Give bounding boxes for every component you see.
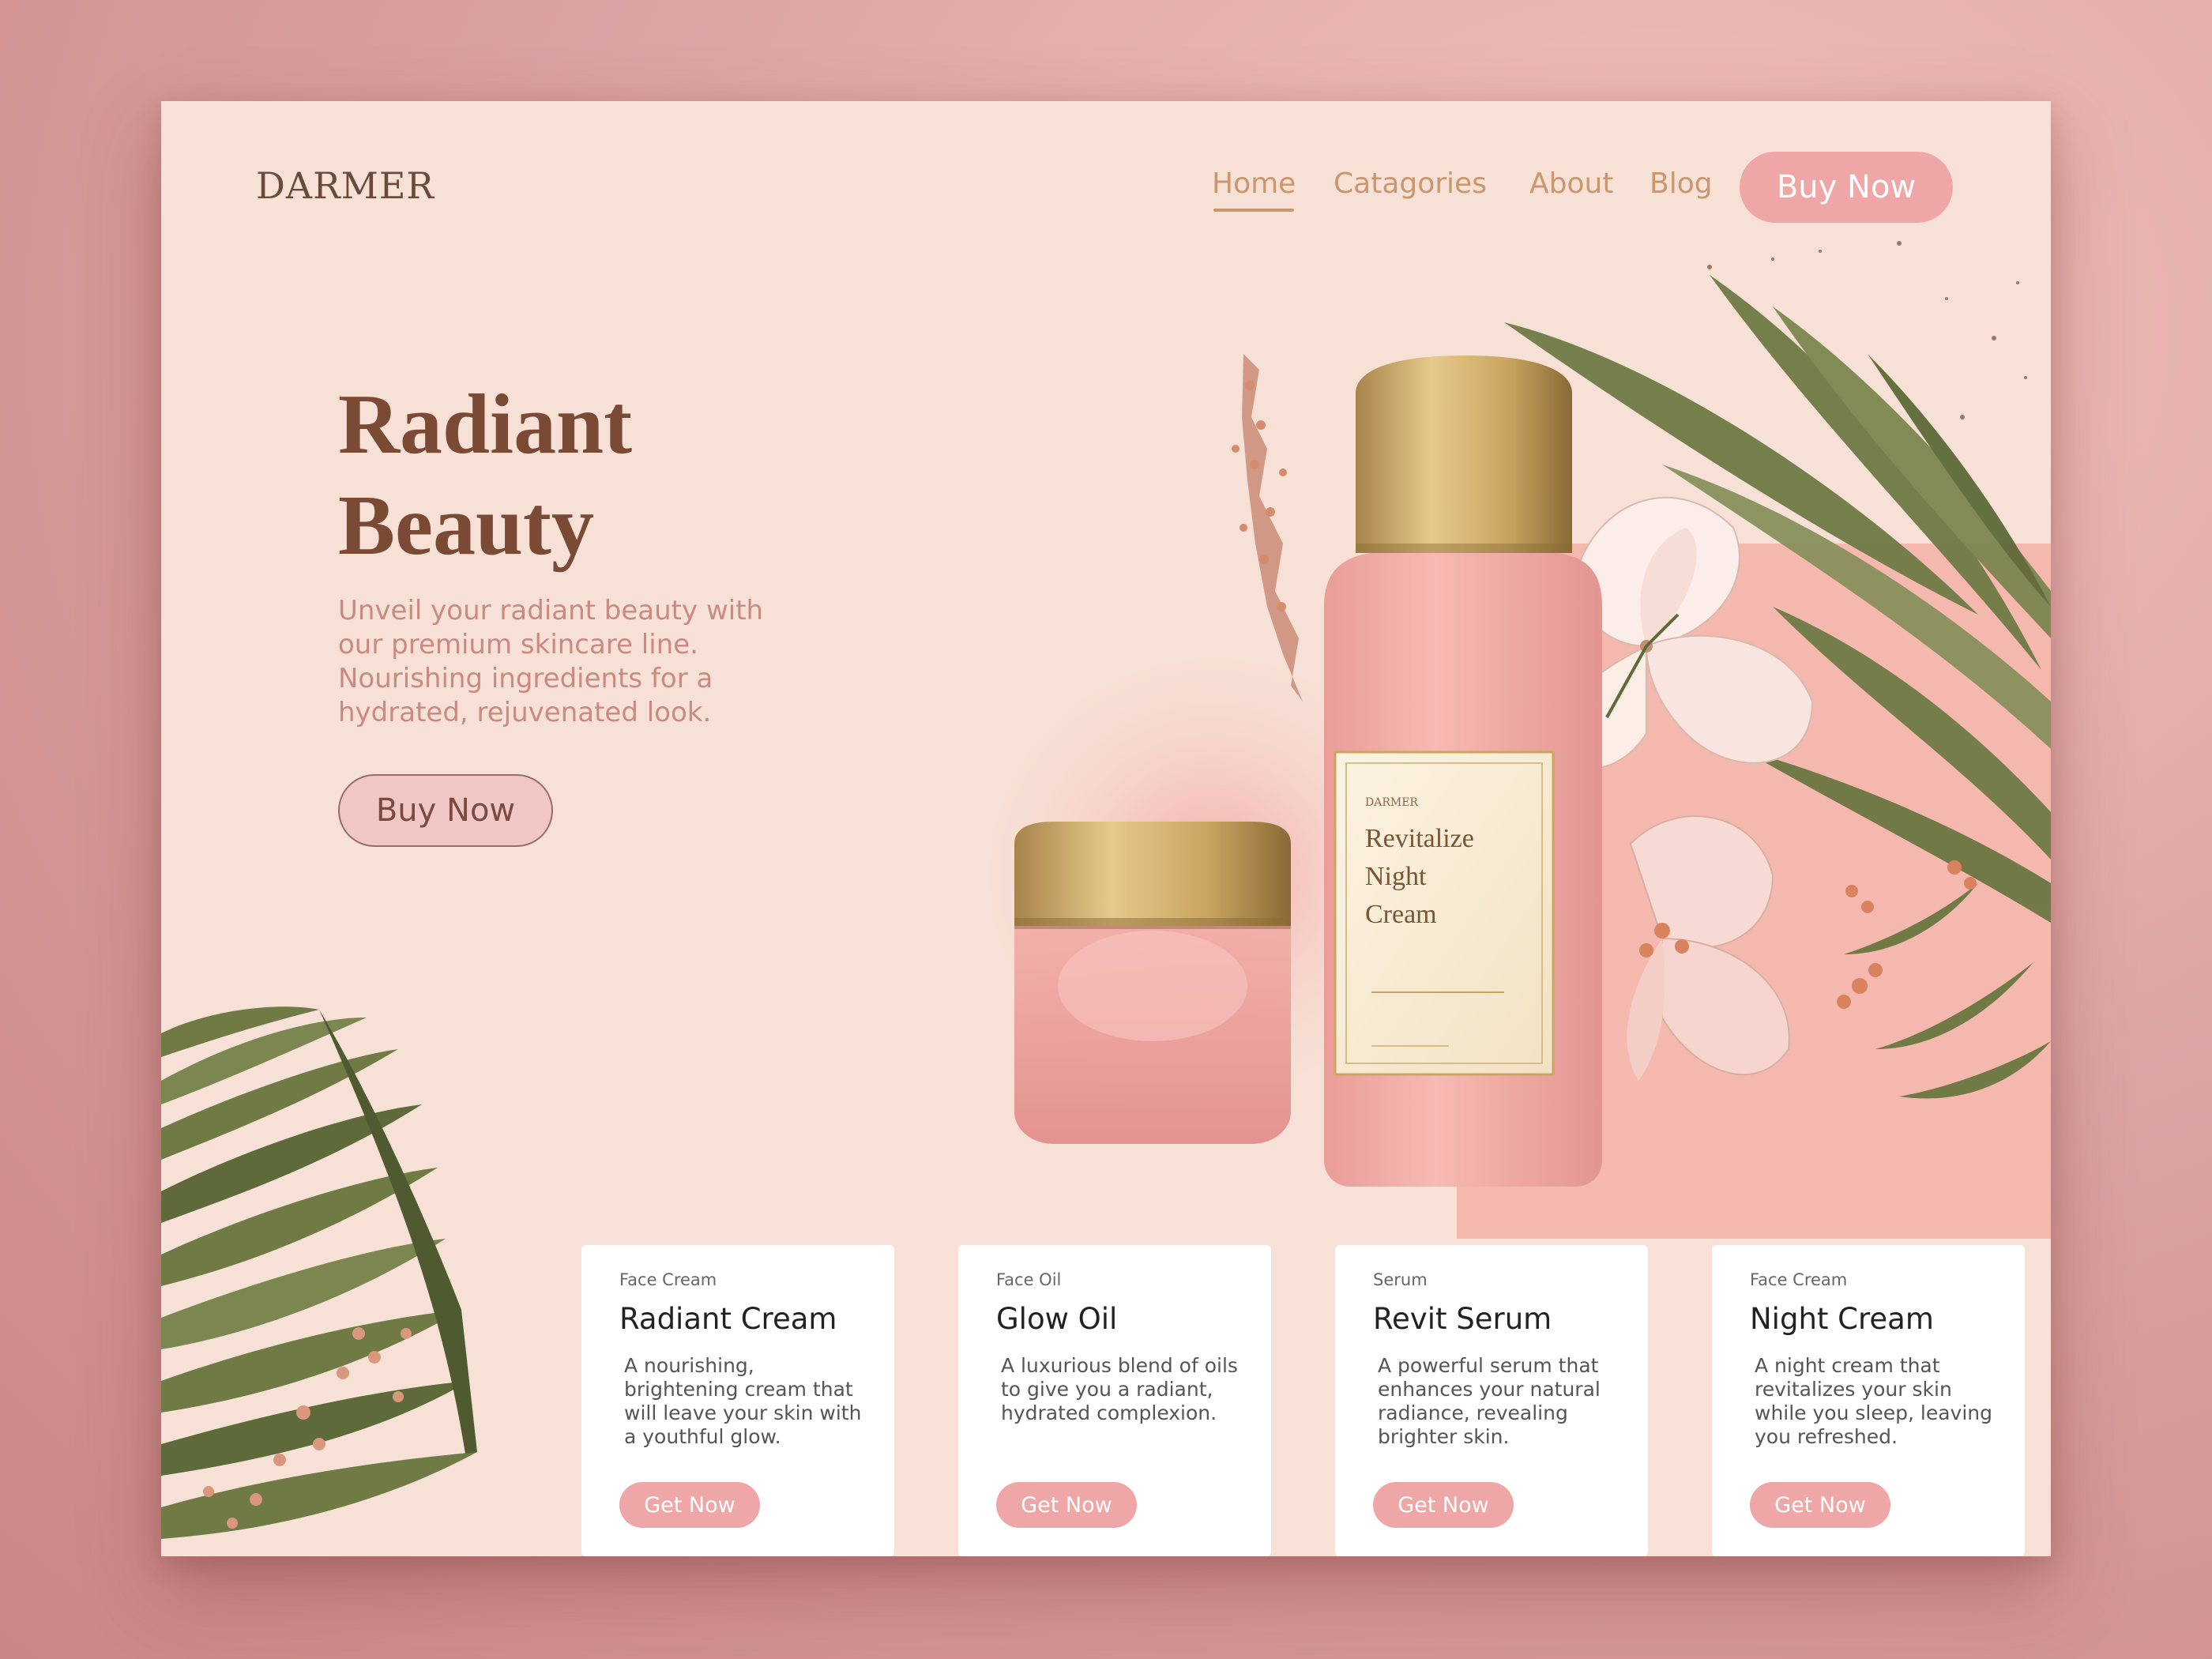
bottle-label-line3: Cream <box>1365 900 1437 929</box>
card-title: Revit Serum <box>1373 1302 1552 1336</box>
card-title: Glow Oil <box>996 1302 1118 1336</box>
get-now-button[interactable]: Get Now <box>1373 1482 1514 1528</box>
card-title: Radiant Cream <box>619 1302 837 1336</box>
card-description: A nourishing, brightening cream that wil… <box>624 1354 862 1448</box>
card-description: A powerful serum that enhances your natu… <box>1378 1354 1601 1448</box>
card-description: A luxurious blend of oils to give you a … <box>1001 1354 1238 1424</box>
card-category: Face Cream <box>1750 1270 1848 1289</box>
bottle-brand-text: DARMER <box>1365 796 1418 809</box>
product-card: Face Cream Night Cream A night cream tha… <box>1712 1245 2025 1556</box>
get-now-button[interactable]: Get Now <box>619 1482 760 1528</box>
header-buy-now-button[interactable]: Buy Now <box>1740 152 1953 223</box>
product-card: Serum Revit Serum A powerful serum that … <box>1335 1245 1648 1556</box>
hero-buy-now-button[interactable]: Buy Now <box>338 774 553 847</box>
bottle-label-line1: Revitalize <box>1365 824 1474 853</box>
hero-title: Radiant Beauty <box>338 374 632 577</box>
nav-catagories[interactable]: Catagories <box>1334 167 1487 200</box>
get-now-button[interactable]: Get Now <box>1750 1482 1890 1528</box>
card-category: Face Oil <box>996 1270 1062 1289</box>
card-title: Night Cream <box>1750 1302 1934 1336</box>
hero-subtitle: Unveil your radiant beauty with our prem… <box>338 595 764 728</box>
product-card: Face Cream Radiant Cream A nourishing, b… <box>581 1245 894 1556</box>
hero-title-line2: Beauty <box>338 479 594 573</box>
nav-home[interactable]: Home <box>1212 167 1296 212</box>
product-card: Face Oil Glow Oil A luxurious blend of o… <box>958 1245 1271 1556</box>
hero-title-line1: Radiant <box>338 378 633 472</box>
card-category: Serum <box>1373 1270 1428 1289</box>
palm-leaf-left <box>161 1006 477 1539</box>
nav-about[interactable]: About <box>1529 167 1613 200</box>
landing-page: DARMER Revitalize Night Cream DARMER Hom… <box>161 101 2051 1556</box>
card-description: A night cream that revitalizes your skin… <box>1755 1354 1992 1448</box>
get-now-button[interactable]: Get Now <box>996 1482 1137 1528</box>
cream-bottle: DARMER Revitalize Night Cream <box>1324 356 1602 1187</box>
cream-jar <box>1014 822 1291 1144</box>
card-category: Face Cream <box>619 1270 717 1289</box>
bottle-label-line2: Night <box>1365 862 1427 891</box>
nav-blog[interactable]: Blog <box>1650 167 1713 200</box>
